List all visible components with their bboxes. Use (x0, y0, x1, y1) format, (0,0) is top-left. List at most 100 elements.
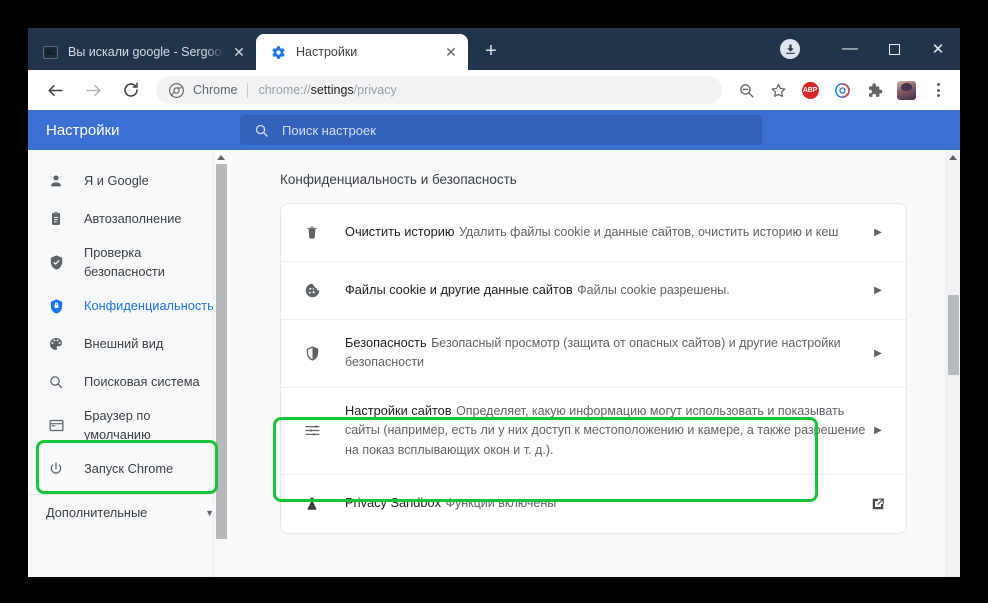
section-heading: Конфиденциальность и безопасность (280, 172, 517, 187)
search-icon (254, 123, 269, 138)
sidebar-item-safety-check[interactable]: Проверка безопасности (28, 240, 228, 285)
settings-body: Я и Google Автозаполнение Проверка безоп… (28, 150, 960, 577)
maximize-button[interactable] (872, 28, 916, 70)
scrollbar-thumb[interactable] (216, 164, 227, 539)
arrow-left-icon[interactable] (40, 75, 70, 105)
row-text: Настройки сайтов Определяет, какую инфор… (345, 402, 868, 460)
settings-row-cookies[interactable]: Файлы cookie и другие данные сайтов Файл… (281, 262, 906, 320)
chevron-right-icon[interactable]: ▶ (868, 425, 888, 436)
row-title: Файлы cookie и другие данные сайтов (345, 281, 573, 297)
settings-row-security[interactable]: Безопасность Безопасный просмотр (защита… (281, 320, 906, 388)
scroll-up-arrow-icon[interactable] (949, 155, 957, 160)
sidebar-item-label: Поисковая система (84, 373, 200, 389)
chrome-logo-icon (169, 82, 184, 98)
close-window-button[interactable]: ✕ (916, 28, 960, 70)
bookmark-star-icon[interactable] (764, 76, 792, 104)
scrollbar-thumb[interactable] (948, 295, 959, 375)
person-icon (46, 173, 66, 189)
close-icon[interactable]: ✕ (228, 41, 250, 63)
settings-card-list: Очистить историю Удалить файлы cookie и … (280, 203, 907, 534)
external-link-icon[interactable] (868, 497, 888, 511)
download-circle-icon[interactable] (780, 39, 800, 59)
zoom-out-icon[interactable] (732, 76, 760, 104)
new-tab-button[interactable]: + (476, 36, 506, 66)
settings-row-privacy-sandbox[interactable]: Privacy Sandbox Функции включены (281, 475, 906, 533)
sidebar-item-label: Автозаполнение (84, 210, 182, 226)
browser-toolbar: Chrome chrome://settings/privacy ABP (28, 70, 960, 110)
circle-extension-icon[interactable] (828, 76, 856, 104)
sidebar-scrollbar[interactable] (213, 150, 228, 577)
sg-favicon: SG (42, 44, 58, 60)
gear-icon (270, 44, 286, 60)
url-bold-part: settings (310, 83, 354, 97)
tab-strip: SG Вы искали google - Sergoot.ru – ✕ Нас… (28, 28, 960, 70)
browser-window-icon (46, 417, 66, 434)
chevron-right-icon[interactable]: ▶ (868, 285, 888, 296)
settings-row-clear-history[interactable]: Очистить историю Удалить файлы cookie и … (281, 204, 906, 262)
main-scrollbar[interactable] (945, 150, 960, 577)
settings-row-site-settings[interactable]: Настройки сайтов Определяет, какую инфор… (281, 388, 906, 475)
minimize-button[interactable]: — (828, 28, 872, 70)
omnibox-divider (247, 82, 249, 98)
sliders-icon (301, 422, 323, 439)
row-title: Настройки сайтов (345, 402, 452, 418)
sidebar-item-privacy-and-security[interactable]: Конфиденциальность и безопасность (28, 289, 228, 323)
palette-icon (46, 336, 66, 352)
sidebar-item-you-and-google[interactable]: Я и Google (28, 164, 228, 198)
row-title: Безопасность (345, 335, 427, 350)
sidebar-item-search-engine[interactable]: Поисковая система (28, 365, 228, 399)
url-prefix: chrome:// (258, 83, 311, 97)
address-bar[interactable]: Chrome chrome://settings/privacy (156, 76, 722, 104)
shield-icon (301, 345, 323, 362)
row-title: Очистить историю (345, 223, 455, 239)
browser-tab-settings[interactable]: Настройки ✕ (256, 34, 468, 70)
sidebar-item-default-browser[interactable]: Браузер по умолчанию (28, 403, 228, 448)
sidebar-item-label: Я и Google (84, 172, 149, 188)
chevron-right-icon[interactable]: ▶ (868, 227, 888, 238)
row-text: Очистить историю Удалить файлы cookie и … (345, 223, 868, 242)
reload-icon[interactable] (116, 75, 146, 105)
search-placeholder: Поиск настроек (282, 122, 376, 138)
chrome-menu-icon[interactable] (924, 76, 952, 104)
sidebar-item-chrome-startup[interactable]: Запуск Chrome (28, 452, 228, 486)
shield-check-icon (46, 254, 66, 271)
search-icon (46, 374, 66, 390)
avatar (896, 80, 916, 100)
search-input[interactable]: Поиск настроек (240, 115, 762, 145)
cookie-icon (301, 282, 323, 299)
settings-main-panel: Конфиденциальность и безопасность Очисти… (228, 150, 945, 577)
scroll-up-arrow-icon[interactable] (217, 155, 225, 160)
adblock-plus-icon[interactable]: ABP (796, 76, 824, 104)
omnibox-scheme-label: Chrome (193, 83, 238, 97)
row-text: Privacy Sandbox Функции включены (345, 494, 868, 513)
settings-sidebar: Я и Google Автозаполнение Проверка безоп… (28, 150, 228, 577)
sidebar-item-appearance[interactable]: Внешний вид (28, 327, 228, 361)
row-subtitle: Удалить файлы cookie и данные сайтов, оч… (458, 224, 839, 239)
url-suffix: /privacy (353, 83, 397, 97)
close-icon[interactable]: ✕ (440, 41, 462, 63)
settings-header: Настройки Поиск настроек (28, 110, 960, 150)
power-icon (46, 461, 66, 477)
profile-avatar-icon[interactable] (892, 76, 920, 104)
sidebar-item-label: Запуск Chrome (84, 460, 174, 476)
omnibox-url: chrome://settings/privacy (258, 83, 396, 97)
arrow-right-icon (78, 75, 108, 105)
browser-window: SG Вы искали google - Sergoot.ru – ✕ Нас… (28, 28, 960, 577)
clipboard-icon (46, 211, 66, 227)
three-dot-glyph (936, 83, 940, 97)
extensions-puzzle-icon[interactable] (860, 76, 888, 104)
chevron-right-icon[interactable]: ▶ (868, 348, 888, 359)
sidebar-item-advanced[interactable]: Дополнительные ▼ (28, 494, 228, 530)
adblock-plus-label: ABP (801, 81, 819, 99)
sidebar-item-autofill[interactable]: Автозаполнение (28, 202, 228, 236)
sidebar-item-label: Дополнительные (46, 505, 148, 521)
minimize-glyph: — (842, 40, 858, 57)
tab-title: Настройки (296, 45, 358, 59)
flask-icon (301, 496, 323, 512)
browser-tab-sergoot[interactable]: SG Вы искали google - Sergoot.ru – ✕ (28, 34, 256, 70)
sidebar-item-label: Браузер по умолчанию (84, 408, 151, 442)
row-subtitle: Файлы cookie разрешены. (577, 282, 730, 297)
shield-lock-icon (46, 298, 66, 315)
sidebar-item-label: Конфиденциальность и безопасность (84, 297, 218, 313)
row-text: Файлы cookie и другие данные сайтов Файл… (345, 281, 868, 300)
